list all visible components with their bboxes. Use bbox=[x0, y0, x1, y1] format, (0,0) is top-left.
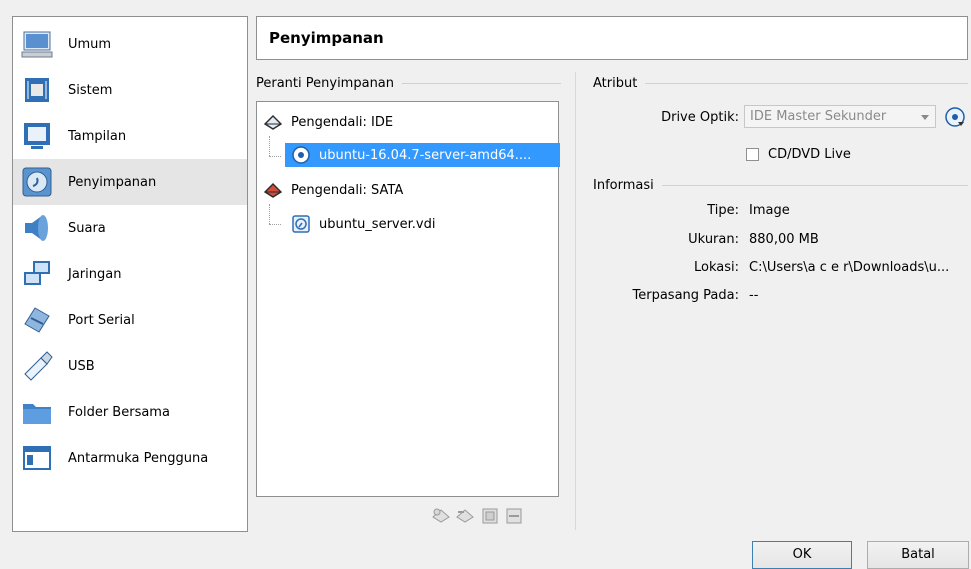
category-item-port-serial[interactable]: Port Serial bbox=[13, 297, 247, 343]
speaker-icon bbox=[21, 212, 53, 244]
cancel-button[interactable]: Batal bbox=[867, 541, 969, 569]
info-size-label: Ukuran: bbox=[688, 232, 739, 247]
category-item-penyimpanan[interactable]: Penyimpanan bbox=[13, 159, 247, 205]
group-title-label: Informasi bbox=[593, 178, 654, 193]
controller-sata-icon bbox=[263, 180, 283, 200]
monitor-general-icon bbox=[21, 28, 53, 60]
category-label: Tampilan bbox=[68, 128, 127, 144]
serial-port-icon bbox=[21, 304, 53, 336]
display-monitor-icon bbox=[21, 120, 53, 152]
category-label: Suara bbox=[68, 220, 106, 236]
optical-drive-select[interactable]: IDE Master Sekunder bbox=[744, 105, 936, 128]
page-header: Penyimpanan bbox=[256, 16, 968, 60]
category-label: Sistem bbox=[68, 82, 113, 98]
add-controller-icon[interactable] bbox=[432, 507, 450, 525]
tree-item-label: ubuntu_server.vdi bbox=[319, 216, 436, 232]
storage-tree[interactable]: Pengendali: IDE ubuntu-16.04.7-server-am… bbox=[256, 101, 560, 497]
usb-icon bbox=[21, 350, 53, 382]
cd-dvd-live-checkbox[interactable] bbox=[746, 148, 759, 161]
category-label: Penyimpanan bbox=[68, 174, 157, 190]
category-label: Folder Bersama bbox=[68, 404, 170, 420]
category-item-umum[interactable]: Umum bbox=[13, 21, 247, 67]
tree-item-label: Pengendali: IDE bbox=[291, 114, 394, 130]
tree-item-label: Pengendali: SATA bbox=[291, 182, 404, 198]
info-size-value: 880,00 MB bbox=[749, 232, 819, 247]
controller-ide-icon bbox=[263, 112, 283, 132]
panel-divider bbox=[575, 72, 576, 530]
choose-disk-icon[interactable] bbox=[944, 106, 966, 128]
category-item-sistem[interactable]: Sistem bbox=[13, 67, 247, 113]
cd-dvd-live-label: CD/DVD Live bbox=[768, 147, 851, 162]
info-type-label: Tipe: bbox=[707, 203, 739, 218]
network-icon bbox=[21, 258, 53, 290]
info-location-label: Lokasi: bbox=[694, 260, 739, 275]
storage-disk-icon bbox=[21, 166, 53, 198]
category-item-folder-bersama[interactable]: Folder Bersama bbox=[13, 389, 247, 435]
hard-disk-icon bbox=[291, 214, 311, 234]
category-label: Port Serial bbox=[68, 312, 135, 328]
remove-controller-icon[interactable] bbox=[456, 507, 474, 525]
storage-devices-group-title: Peranti Penyimpanan bbox=[256, 76, 561, 91]
remove-attachment-icon[interactable] bbox=[505, 507, 523, 525]
optical-disc-icon bbox=[291, 145, 311, 165]
tree-item-sata-controller[interactable]: Pengendali: SATA bbox=[263, 178, 403, 202]
group-title-label: Atribut bbox=[593, 76, 638, 91]
category-item-antarmuka-pengguna[interactable]: Antarmuka Pengguna bbox=[13, 435, 247, 481]
category-label: Antarmuka Pengguna bbox=[68, 450, 209, 466]
add-attachment-icon[interactable] bbox=[481, 507, 499, 525]
information-group-title: Informasi bbox=[593, 178, 968, 193]
drive-optik-label: Drive Optik: bbox=[661, 110, 739, 125]
category-item-tampilan[interactable]: Tampilan bbox=[13, 113, 247, 159]
tree-item-ide-controller[interactable]: Pengendali: IDE bbox=[263, 110, 393, 134]
shared-folder-icon bbox=[21, 396, 53, 428]
category-item-usb[interactable]: USB bbox=[13, 343, 247, 389]
ok-button[interactable]: OK bbox=[752, 541, 852, 569]
tree-item-label: ubuntu-16.04.7-server-amd64.... bbox=[319, 147, 532, 163]
tree-item-optical-disk[interactable]: ubuntu-16.04.7-server-amd64.... bbox=[285, 143, 560, 167]
category-label: Umum bbox=[68, 36, 112, 52]
info-attached-value: -- bbox=[749, 288, 759, 303]
optical-drive-value: IDE Master Sekunder bbox=[750, 109, 887, 124]
info-location-value: C:\Users\a c e r\Downloads\u... bbox=[749, 260, 950, 275]
category-label: USB bbox=[68, 358, 95, 374]
user-interface-icon bbox=[21, 442, 53, 474]
category-item-suara[interactable]: Suara bbox=[13, 205, 247, 251]
system-chip-icon bbox=[21, 74, 53, 106]
chevron-down-icon bbox=[921, 115, 929, 120]
category-item-jaringan[interactable]: Jaringan bbox=[13, 251, 247, 297]
settings-category-list[interactable]: Umum Sistem Tampilan Penyimpanan Suara J… bbox=[12, 16, 248, 532]
group-title-label: Peranti Penyimpanan bbox=[256, 76, 395, 91]
category-label: Jaringan bbox=[68, 266, 122, 282]
tree-item-hard-disk[interactable]: ubuntu_server.vdi bbox=[291, 212, 435, 236]
info-type-value: Image bbox=[749, 203, 790, 218]
info-attached-label: Terpasang Pada: bbox=[632, 288, 739, 303]
page-title: Penyimpanan bbox=[269, 29, 384, 47]
attributes-group-title: Atribut bbox=[593, 76, 968, 91]
